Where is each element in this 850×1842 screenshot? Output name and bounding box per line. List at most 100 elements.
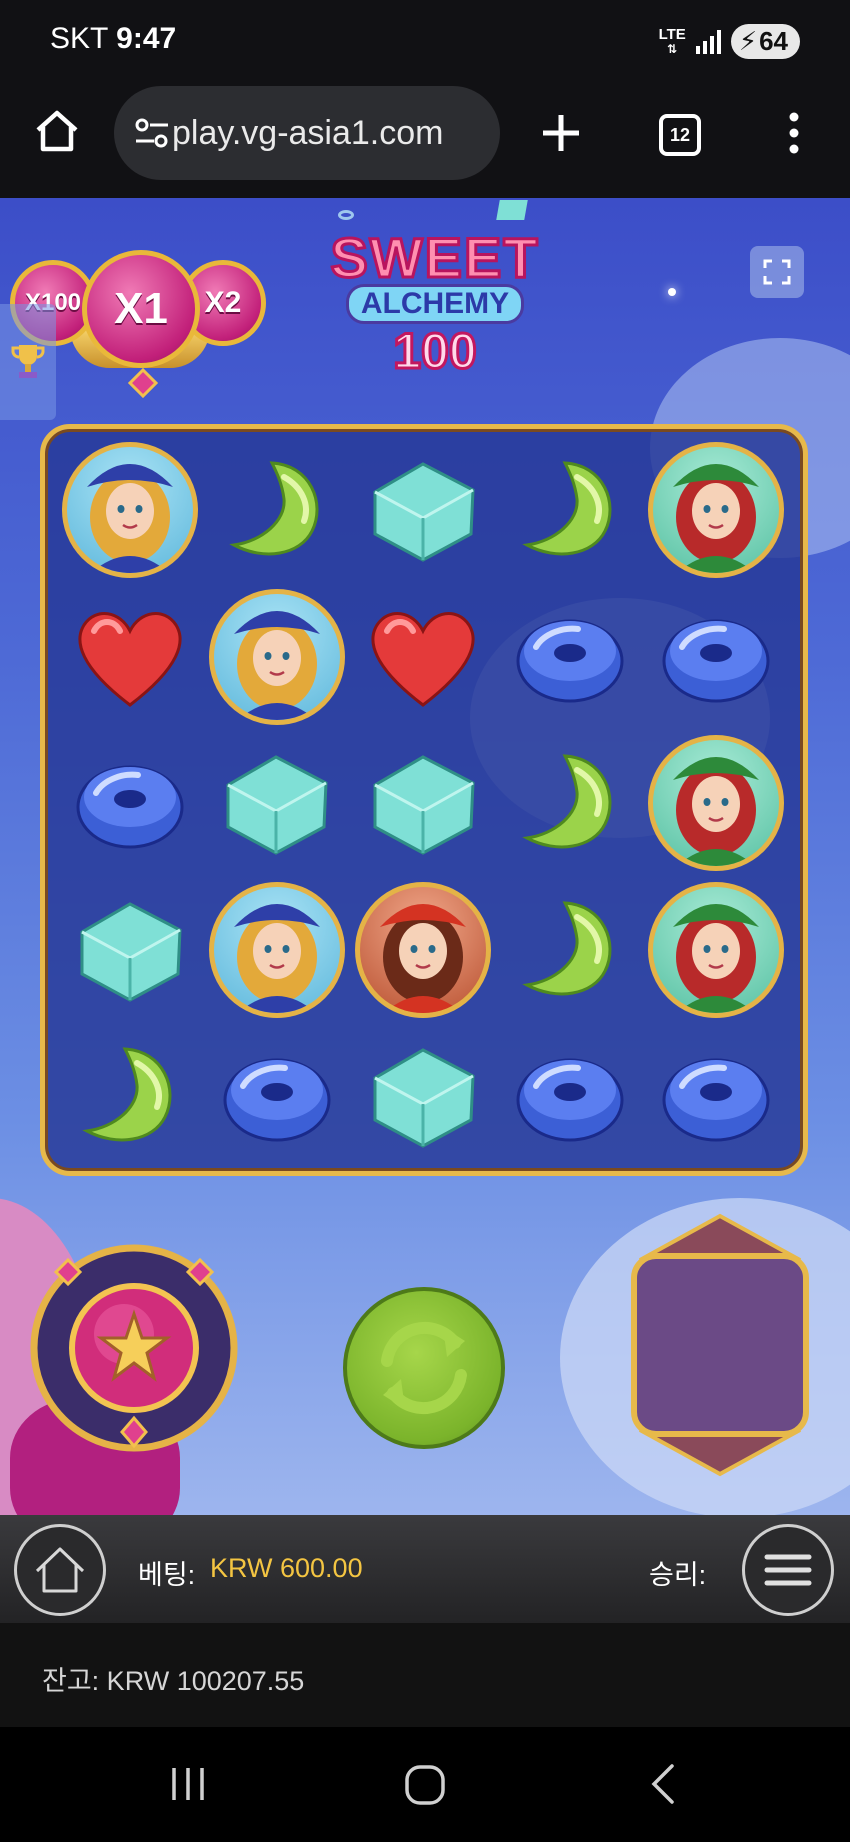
multiplier-badge-active: X1 — [82, 250, 200, 368]
back-icon[interactable] — [648, 1763, 678, 1805]
reel-grid — [40, 424, 808, 1176]
reel-cell — [350, 730, 496, 876]
balance-bar: 잔고: KRW 100207.55 — [0, 1623, 850, 1727]
bubble-decoration — [338, 210, 354, 220]
bet-value[interactable]: KRW 600.00 — [210, 1553, 363, 1584]
red-heart-icon — [78, 611, 182, 707]
reel-cell — [643, 437, 789, 583]
status-icons: LTE ⇅ ⚡ 64 — [659, 24, 800, 59]
tabs-icon[interactable]: 12 — [659, 114, 701, 156]
reel-cell — [497, 730, 643, 876]
teal-cube-icon — [226, 755, 328, 855]
signal-icon — [695, 29, 721, 54]
reel-cell — [497, 437, 643, 583]
reel-cell — [57, 1023, 203, 1169]
blue-donut-icon — [662, 619, 770, 702]
blonde-witch-portrait-icon — [62, 442, 198, 578]
reel-cell — [497, 877, 643, 1023]
redhead-witch-portrait-icon — [648, 442, 784, 578]
home-circle-icon[interactable] — [404, 1764, 446, 1806]
balance-text: 잔고: KRW 100207.55 — [42, 1666, 305, 1696]
reel-cell — [497, 1023, 643, 1169]
battery-indicator: ⚡ 64 — [730, 24, 800, 59]
browser-toolbar: play.vg-asia1.com 12 — [0, 80, 850, 198]
site-settings-icon[interactable] — [134, 116, 170, 150]
reel-cell — [204, 437, 350, 583]
network-type: LTE — [658, 25, 686, 43]
candy-decoration — [496, 200, 528, 220]
teal-cube-icon — [373, 755, 475, 855]
green-moon-icon — [82, 1047, 172, 1142]
bonus-buy-button[interactable] — [28, 1242, 240, 1454]
new-tab-icon[interactable] — [540, 112, 582, 154]
tab-count: 12 — [669, 124, 691, 145]
charging-icon: ⚡ — [738, 26, 758, 56]
win-label: 승리: — [649, 1560, 707, 1590]
blue-donut-icon — [516, 1058, 623, 1142]
reel-cell — [204, 1023, 350, 1169]
url-text: play.vg-asia1.com — [172, 114, 444, 152]
blonde-witch-portrait-icon — [208, 588, 345, 725]
reel-cell — [643, 584, 789, 730]
recents-icon[interactable] — [168, 1764, 208, 1804]
battery-level: 64 — [759, 26, 788, 56]
logo-line-3: 100 — [392, 323, 478, 380]
house-outline-icon — [35, 1547, 85, 1593]
refresh-icon — [381, 1321, 467, 1415]
fullscreen-button[interactable] — [750, 246, 804, 298]
reel-cell — [350, 437, 496, 583]
system-nav-bar — [0, 1727, 850, 1842]
blue-donut-icon — [76, 765, 184, 849]
reel-cell — [350, 877, 496, 1023]
reel-cell — [350, 584, 496, 730]
hamburger-icon — [764, 1554, 812, 1586]
address-bar[interactable]: play.vg-asia1.com — [114, 86, 500, 180]
reel-cell — [57, 877, 203, 1023]
redhead-witch-portrait-icon — [648, 735, 784, 871]
reel-cell — [204, 877, 350, 1023]
blonde-witch-portrait-icon — [208, 881, 345, 1018]
reel-cell — [497, 584, 643, 730]
gem-icon — [128, 368, 158, 398]
bet-bar: 베팅: KRW 600.00 승리: — [0, 1515, 850, 1623]
reel-cell — [57, 437, 203, 583]
carrier-label: SKT — [50, 22, 108, 55]
spin-button[interactable] — [343, 1287, 505, 1449]
red-heart-icon — [371, 611, 475, 707]
green-moon-icon — [521, 461, 611, 556]
reel-cell — [350, 1023, 496, 1169]
reel-cell — [204, 730, 350, 876]
logo-line-2: ALCHEMY — [345, 284, 525, 324]
win-display-panel — [631, 1213, 809, 1477]
home-icon[interactable] — [34, 108, 80, 154]
reel-cell — [643, 1023, 789, 1169]
blue-donut-icon — [662, 1058, 770, 1142]
trophy-icon — [11, 345, 45, 378]
reel-cell — [57, 730, 203, 876]
blue-donut-icon — [223, 1058, 330, 1142]
reel-cell — [57, 584, 203, 730]
game-canvas[interactable]: X100 X2 X1 SWEET ALCHEMY 100 — [0, 198, 850, 1515]
sparkle-decoration — [668, 288, 676, 296]
more-vert-icon[interactable] — [786, 112, 802, 154]
fullscreen-icon — [763, 259, 791, 285]
status-bar: SKT 9:47 LTE ⇅ ⚡ 64 — [0, 0, 850, 80]
logo-line-1: SWEET — [329, 226, 540, 289]
bet-label: 베팅: — [138, 1560, 196, 1590]
green-moon-icon — [521, 754, 611, 849]
teal-cube-icon — [373, 462, 475, 562]
reel-cell — [204, 584, 350, 730]
game-menu-button[interactable] — [742, 1524, 834, 1616]
lte-icon: LTE ⇅ — [658, 25, 686, 56]
clock: 9:47 — [116, 22, 177, 55]
teal-cube-icon — [80, 901, 182, 1002]
green-moon-icon — [521, 900, 611, 995]
blue-donut-icon — [516, 619, 623, 702]
multiplier-right-text: X2 — [204, 286, 242, 319]
redhead-witch-portrait-icon — [648, 881, 784, 1018]
teal-cube-icon — [373, 1048, 475, 1148]
trophy-tab[interactable] — [0, 304, 56, 420]
game-logo: SWEET ALCHEMY 100 — [290, 226, 580, 388]
multiplier-active-text: X1 — [114, 284, 168, 333]
game-home-button[interactable] — [14, 1524, 106, 1616]
